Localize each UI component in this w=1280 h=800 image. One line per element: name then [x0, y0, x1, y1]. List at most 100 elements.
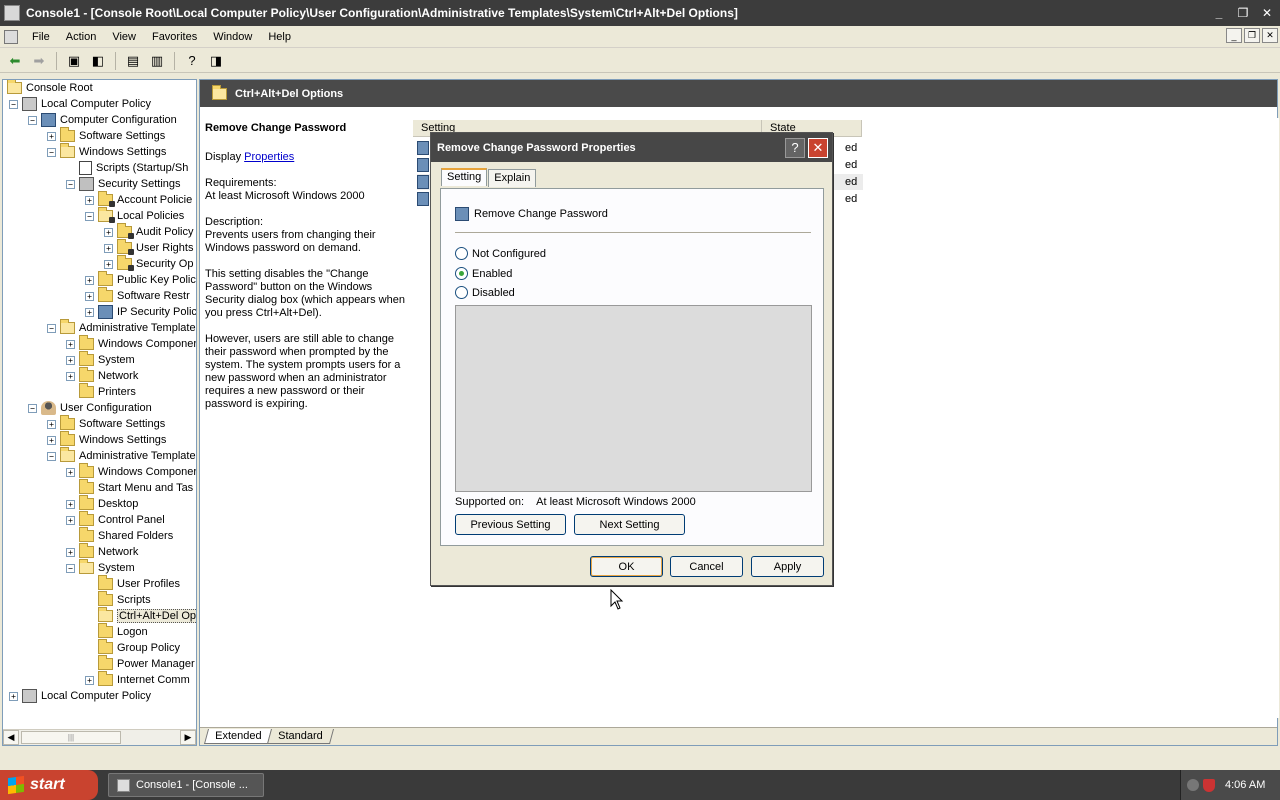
radio-disabled[interactable]: Disabled: [455, 286, 515, 299]
tree-item-network-computer[interactable]: + Network: [66, 367, 138, 384]
expand-icon[interactable]: +: [85, 307, 94, 317]
tree-item-ctrl-alt-del-options[interactable]: Ctrl+Alt+Del Op: [85, 607, 196, 624]
tree-item-security-settings[interactable]: − Security Settings: [66, 176, 181, 192]
expand-icon[interactable]: +: [9, 691, 18, 701]
tree-item-admin-templates-user[interactable]: − Administrative Template: [47, 447, 196, 464]
tree-item-internet-communication[interactable]: + Internet Comm: [85, 671, 190, 688]
tree-item-local-computer-policy-2[interactable]: + Local Computer Policy: [9, 688, 151, 704]
tree-item-local-computer-policy[interactable]: − Local Computer Policy: [9, 96, 151, 112]
tree-item-local-policies[interactable]: − Local Policies: [85, 207, 184, 224]
scroll-left-icon[interactable]: ◀: [3, 730, 19, 745]
tree-item-security-options[interactable]: + Security Op: [104, 255, 193, 272]
tree-item-account-policies[interactable]: + Account Policie: [85, 191, 192, 208]
radio-button-checked[interactable]: [455, 267, 468, 280]
minimize-button[interactable]: _: [1208, 3, 1230, 23]
radio-not-configured[interactable]: Not Configured: [455, 247, 546, 260]
tray-expand-icon[interactable]: [1187, 779, 1199, 791]
collapse-icon[interactable]: −: [47, 451, 56, 461]
tree-item-power-management[interactable]: Power Manager: [85, 655, 195, 672]
expand-icon[interactable]: +: [66, 371, 75, 381]
expand-icon[interactable]: +: [85, 291, 94, 301]
tree-item-scripts[interactable]: Scripts: [85, 591, 151, 608]
collapse-icon[interactable]: −: [28, 115, 37, 125]
help-question-button[interactable]: ?: [785, 137, 805, 158]
tree-item-computer-configuration[interactable]: − Computer Configuration: [28, 112, 177, 128]
radio-enabled[interactable]: Enabled: [455, 267, 512, 280]
tree-item-system-user[interactable]: − System: [66, 559, 135, 576]
mdi-restore-button[interactable]: ❐: [1244, 28, 1260, 43]
up-one-level-icon[interactable]: ▣: [63, 51, 85, 71]
expand-icon[interactable]: +: [104, 227, 113, 237]
tab-setting[interactable]: Setting: [441, 168, 488, 186]
collapse-icon[interactable]: −: [28, 403, 37, 413]
menu-window[interactable]: Window: [205, 29, 260, 45]
tree-item-user-configuration[interactable]: − User Configuration: [28, 400, 152, 416]
tree-item-control-panel[interactable]: + Control Panel: [66, 511, 165, 528]
mmc-app-icon[interactable]: [4, 5, 20, 21]
menu-view[interactable]: View: [104, 29, 144, 45]
cancel-button[interactable]: Cancel: [670, 556, 743, 577]
expand-icon[interactable]: +: [66, 339, 75, 349]
tree-item-windows-components-computer[interactable]: + Windows Componer: [66, 335, 196, 352]
menu-action[interactable]: Action: [58, 29, 105, 45]
tree-item-scripts-startup[interactable]: Scripts (Startup/Sh: [66, 160, 188, 176]
apply-button[interactable]: Apply: [751, 556, 824, 577]
tree-item-shared-folders[interactable]: Shared Folders: [66, 527, 173, 544]
tab-explain[interactable]: Explain: [488, 169, 537, 187]
tree-item-user-rights[interactable]: + User Rights: [104, 239, 193, 256]
radio-button[interactable]: [455, 247, 468, 260]
collapse-icon[interactable]: −: [47, 323, 56, 333]
tree-item-software-restriction[interactable]: + Software Restr: [85, 287, 190, 304]
tree-item-windows-components-user[interactable]: + Windows Componer: [66, 463, 196, 480]
expand-icon[interactable]: +: [66, 499, 75, 509]
properties-link[interactable]: Properties: [244, 151, 294, 163]
expand-icon[interactable]: +: [66, 467, 75, 477]
help-icon[interactable]: ?: [181, 51, 203, 71]
tree-item-start-menu[interactable]: Start Menu and Tas: [66, 479, 193, 496]
tree-item-printers[interactable]: Printers: [66, 383, 136, 400]
ok-button[interactable]: OK: [590, 556, 663, 577]
expand-icon[interactable]: +: [66, 515, 75, 525]
expand-icon[interactable]: +: [66, 547, 75, 557]
dialog-close-button[interactable]: ✕: [808, 137, 828, 158]
tree-item-logon[interactable]: Logon: [85, 623, 148, 640]
back-icon[interactable]: ⬅: [4, 51, 26, 71]
mdi-close-button[interactable]: ✕: [1262, 28, 1278, 43]
menu-help[interactable]: Help: [260, 29, 299, 45]
start-button[interactable]: start: [0, 770, 98, 800]
expand-icon[interactable]: +: [47, 131, 56, 141]
scroll-right-icon[interactable]: ▶: [180, 730, 196, 745]
tree-item-audit-policy[interactable]: + Audit Policy: [104, 223, 193, 240]
expand-icon[interactable]: +: [47, 419, 56, 429]
mdi-minimize-button[interactable]: _: [1226, 28, 1242, 43]
tree-item-desktop[interactable]: + Desktop: [66, 495, 138, 512]
tree-item-software-settings[interactable]: + Software Settings: [47, 127, 165, 144]
forward-icon[interactable]: ➡: [28, 51, 50, 71]
tree-item-ip-security-policies[interactable]: + IP Security Polic: [85, 304, 196, 320]
collapse-icon[interactable]: −: [9, 99, 18, 109]
expand-icon[interactable]: +: [104, 243, 113, 253]
restore-button[interactable]: ❐: [1232, 3, 1254, 23]
tree-item-console-root[interactable]: Console Root: [7, 80, 93, 96]
properties-icon[interactable]: ▤: [122, 51, 144, 71]
next-setting-button[interactable]: Next Setting: [574, 514, 685, 535]
console-tree[interactable]: Console Root − Local Computer Policy − Com…: [2, 79, 197, 746]
tree-item-admin-templates-computer[interactable]: − Administrative Template: [47, 319, 196, 336]
console-icon[interactable]: [4, 29, 18, 44]
tree-item-windows-settings[interactable]: − Windows Settings: [47, 143, 166, 160]
tree-item-software-settings-user[interactable]: + Software Settings: [47, 415, 165, 432]
collapse-icon[interactable]: −: [66, 179, 75, 189]
expand-icon[interactable]: +: [85, 675, 94, 685]
tree-item-system-computer[interactable]: + System: [66, 351, 135, 368]
menu-favorites[interactable]: Favorites: [144, 29, 205, 45]
export-list-icon[interactable]: ▥: [146, 51, 168, 71]
collapse-icon[interactable]: −: [47, 147, 56, 157]
close-button[interactable]: ✕: [1256, 3, 1278, 23]
tab-standard[interactable]: Standard: [267, 729, 335, 744]
tree-item-public-key-policies[interactable]: + Public Key Polici: [85, 271, 196, 288]
expand-icon[interactable]: +: [66, 355, 75, 365]
tree-item-group-policy[interactable]: Group Policy: [85, 639, 180, 656]
expand-icon[interactable]: +: [47, 435, 56, 445]
tree-item-user-profiles[interactable]: User Profiles: [85, 575, 180, 592]
expand-icon[interactable]: +: [104, 259, 113, 269]
